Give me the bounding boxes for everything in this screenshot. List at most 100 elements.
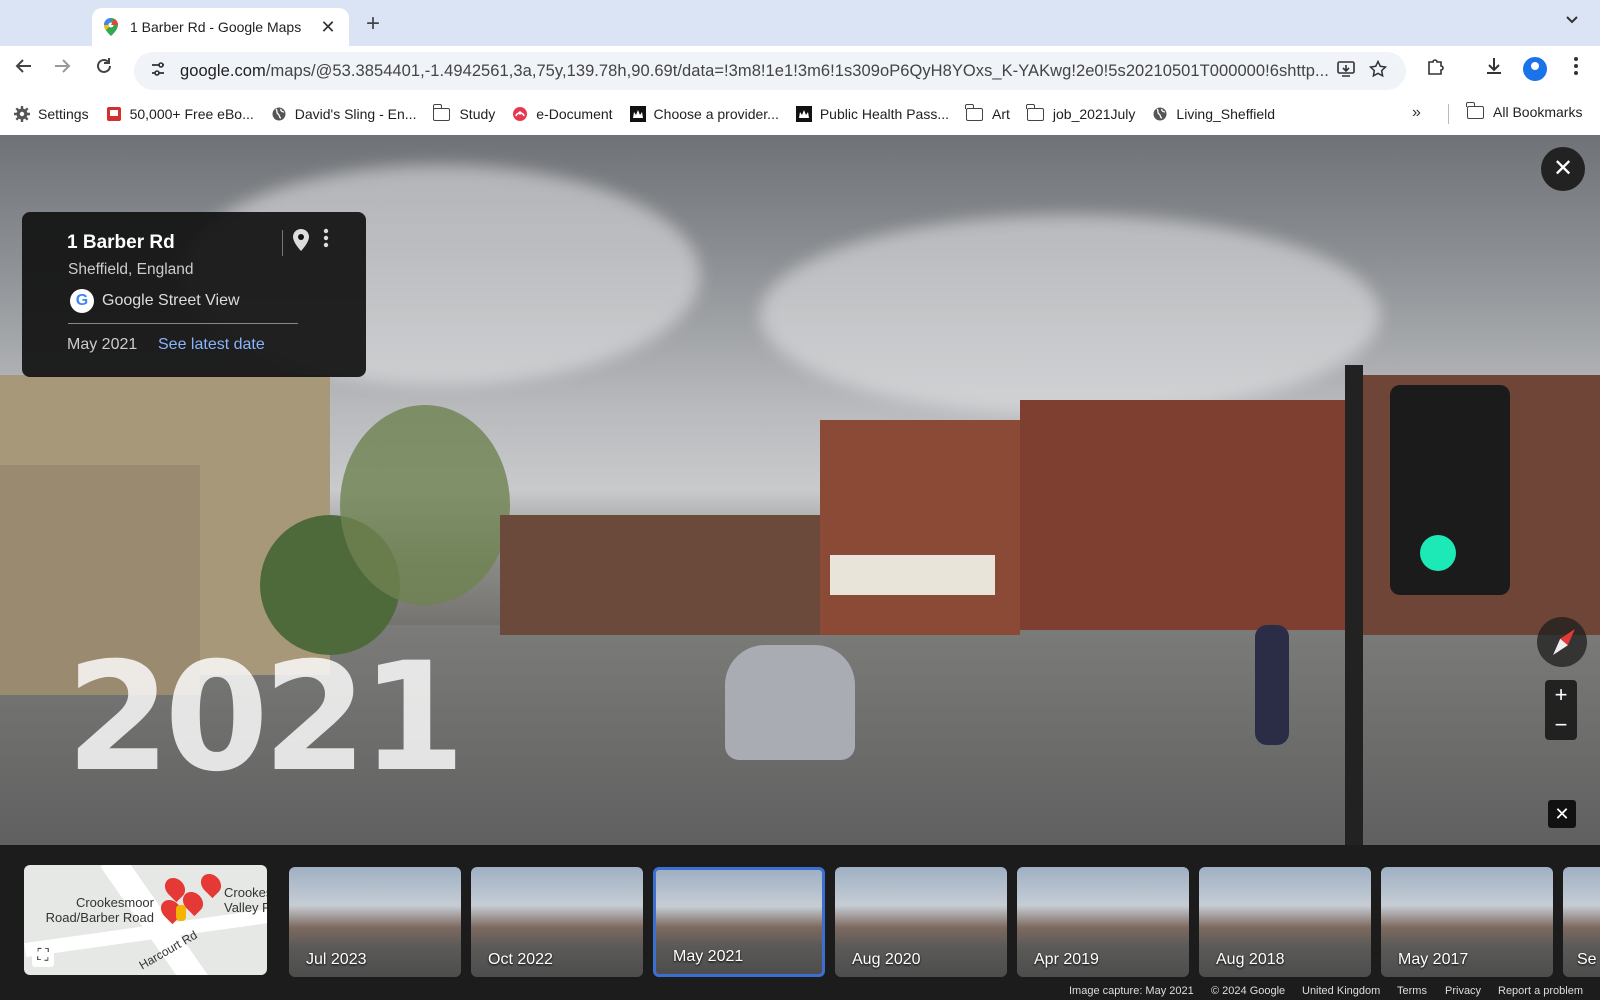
tab-close-icon[interactable]: ✕ (319, 17, 337, 38)
expand-map-icon[interactable]: ⛶ (32, 945, 54, 967)
reload-icon[interactable] (90, 56, 118, 84)
bookmark-e-document[interactable]: e-Document (512, 106, 613, 122)
close-street-view-icon[interactable]: ✕ (1541, 147, 1585, 191)
bookmark-art[interactable]: Art (965, 103, 1010, 122)
browser-toolbar: google.com/maps/@53.3854401,-1.4942561,3… (0, 46, 1600, 94)
profile-avatar[interactable] (1523, 57, 1547, 81)
back-arrow-icon[interactable] (10, 56, 38, 84)
see-latest-date-link[interactable]: See latest date (158, 336, 265, 354)
address-title: 1 Barber Rd (67, 232, 175, 253)
google-maps-favicon-icon (104, 18, 118, 36)
map-pin-icon (196, 869, 226, 899)
bookmark-free-ebooks[interactable]: 50,000+ Free eBo... (106, 106, 254, 122)
site-info-icon[interactable] (150, 61, 166, 81)
url-host: google.com (180, 61, 266, 80)
timeline-thumb[interactable]: Aug 2020 (835, 867, 1007, 977)
location-info-card: 1 Barber Rd Sheffield, England G Google … (22, 212, 366, 377)
bookmark-study[interactable]: Study (432, 103, 495, 122)
book-icon (106, 106, 122, 122)
timeline-thumb[interactable]: Jul 2023 (289, 867, 461, 977)
brick-terrace (1020, 400, 1350, 630)
silver-car (725, 645, 855, 760)
all-bookmarks-label: All Bookmarks (1493, 104, 1583, 120)
url-path: /maps/@53.3854401,-1.4942561,3a,75y,139.… (265, 61, 1329, 80)
thumb-date: Aug 2018 (1216, 951, 1285, 968)
street-view-panorama[interactable]: 2021 1 Barber Rd Sheffield, England G Go… (0, 135, 1600, 845)
all-bookmarks-button[interactable]: All Bookmarks (1466, 101, 1583, 120)
more-options-kebab-icon[interactable] (318, 228, 334, 256)
bookmark-star-icon[interactable] (1362, 59, 1394, 83)
map-label-crookesmoor: Crookesmoor Road/Barber Road (45, 895, 154, 925)
image-capture-date: Image capture: May 2021 (1069, 985, 1194, 997)
timeline-thumb[interactable]: May 2017 (1381, 867, 1553, 977)
address-city: Sheffield, England (68, 261, 194, 278)
address-bar[interactable]: google.com/maps/@53.3854401,-1.4942561,3… (134, 52, 1406, 90)
folder-icon (432, 103, 451, 121)
bookmark-choose-provider[interactable]: Choose a provider... (629, 106, 779, 122)
more-bookmarks-chevron-icon[interactable]: » (1412, 104, 1421, 122)
close-timeline-icon[interactable]: ✕ (1548, 800, 1576, 828)
extensions-puzzle-icon[interactable] (1422, 56, 1450, 82)
tab-search-chevron-icon[interactable] (1558, 12, 1586, 36)
thumb-date: Aug 2020 (852, 951, 921, 968)
globe-icon (1152, 106, 1168, 122)
zoom-out-button[interactable]: − (1545, 710, 1577, 740)
thumb-date: May 2021 (673, 948, 744, 965)
privacy-link[interactable]: Privacy (1445, 985, 1481, 997)
bookmarks-divider (1448, 104, 1449, 124)
zoom-control: + − (1545, 680, 1577, 740)
install-app-icon[interactable] (1330, 60, 1362, 83)
new-tab-button[interactable]: + (360, 10, 386, 38)
report-problem-link[interactable]: Report a problem (1498, 985, 1583, 997)
green-signal (1420, 535, 1456, 571)
timeline-thumb[interactable]: Apr 2019 (1017, 867, 1189, 977)
copyright: © 2024 Google (1211, 985, 1286, 997)
bookmark-label: Settings (38, 106, 89, 122)
map-pin-icon[interactable] (290, 228, 312, 256)
terms-link[interactable]: Terms (1397, 985, 1427, 997)
maps-footer: Image capture: May 2021 © 2024 Google Un… (0, 983, 1600, 1000)
traffic-pole (1345, 365, 1363, 845)
downloads-icon[interactable] (1480, 56, 1508, 82)
browser-menu-kebab-icon[interactable] (1562, 56, 1590, 82)
mini-map[interactable]: Crookesmoor Road/Barber Road Crookes Val… (24, 865, 267, 975)
timeline-thumb-selected[interactable]: May 2021 (653, 867, 825, 977)
pedestrian (1255, 625, 1289, 745)
bookmark-label: Art (992, 106, 1010, 122)
bookmark-label: David's Sling - En... (294, 106, 417, 122)
bookmark-davids-sling[interactable]: David's Sling - En... (271, 106, 417, 122)
tab-strip: 1 Barber Rd - Google Maps ✕ + (0, 0, 1600, 46)
crown-icon (629, 106, 646, 122)
year-overlay: 2021 (66, 631, 465, 805)
bookmark-job-2021july[interactable]: job_2021July (1026, 103, 1135, 122)
globe-icon (271, 106, 287, 122)
browser-chrome: 1 Barber Rd - Google Maps ✕ + google.com… (0, 0, 1600, 135)
thumb-date: Oct 2022 (488, 951, 553, 968)
terraced-houses (500, 515, 820, 635)
cloud (760, 215, 1380, 415)
region-link[interactable]: United Kingdom (1302, 985, 1380, 997)
timeline-thumb[interactable]: Aug 2018 (1199, 867, 1371, 977)
bookmark-label: 50,000+ Free eBo... (129, 106, 254, 122)
street-view-source: Google Street View (102, 292, 240, 309)
bookmark-settings[interactable]: Settings (14, 106, 89, 122)
timeline-thumb[interactable]: Oct 2022 (471, 867, 643, 977)
corner-shop-building (820, 420, 1020, 635)
bookmark-public-health[interactable]: Public Health Pass... (795, 106, 950, 122)
folder-icon (1466, 101, 1484, 119)
folder-icon (965, 103, 984, 121)
tab-title: 1 Barber Rd - Google Maps (130, 19, 302, 35)
tab-google-maps[interactable]: 1 Barber Rd - Google Maps ✕ (92, 8, 349, 46)
compass-icon[interactable] (1537, 617, 1587, 667)
bookmark-label: e-Document (536, 106, 613, 122)
timeline-thumb[interactable]: Se (1563, 867, 1600, 977)
card-divider (68, 323, 298, 324)
forward-arrow-icon[interactable] (48, 56, 76, 84)
crown-icon (795, 106, 812, 122)
timeline-filmstrip: Crookesmoor Road/Barber Road Crookes Val… (0, 845, 1600, 990)
tree (340, 405, 510, 605)
zoom-in-button[interactable]: + (1545, 680, 1577, 710)
bookmark-living-sheffield[interactable]: Living_Sheffield (1152, 106, 1275, 122)
bookmark-label: Public Health Pass... (819, 106, 950, 122)
google-logo-icon: G (70, 289, 94, 313)
